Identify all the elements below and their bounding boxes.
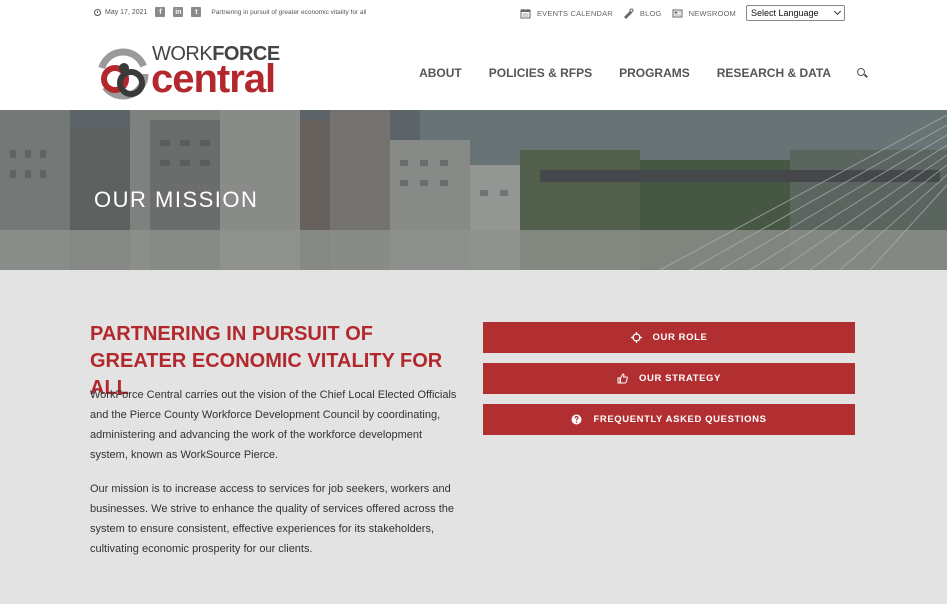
chevron-down-icon [833,7,842,16]
nav-item-programs[interactable]: PROGRAMS [619,66,690,80]
crosshair-icon [630,332,642,343]
mission-paragraph-1: WorkForce Central carries out the vision… [90,389,457,461]
facebook-icon[interactable]: f [155,7,166,17]
mission-paragraph-2: Our mission is to increase access to ser… [90,483,455,555]
our-strategy-button[interactable]: OUR STRATEGY [483,363,855,394]
our-role-label: OUR ROLE [652,332,708,343]
site-header: WORKFORCE central ABOUT POLICIES & RFPS … [0,28,947,110]
blog-link[interactable]: BLOG [623,8,662,19]
logo-mark-icon [97,48,149,100]
twitter-icon[interactable]: t [191,7,202,17]
events-calendar-link[interactable]: EVENTS CALENDAR [520,8,613,19]
utility-right: EVENTS CALENDAR BLOG NEWSROOM Select Lan… [520,5,845,21]
site-logo[interactable]: WORKFORCE central [93,41,323,103]
our-strategy-label: OUR STRATEGY [639,373,721,384]
nav-item-research-data[interactable]: RESEARCH & DATA [717,66,831,80]
search-icon[interactable] [857,68,867,78]
faq-button[interactable]: FREQUENTLY ASKED QUESTIONS [483,404,855,435]
main-nav: ABOUT POLICIES & RFPS PROGRAMS RESEARCH … [392,66,867,80]
events-calendar-label: EVENTS CALENDAR [536,8,613,18]
page-title: OUR MISSION [94,187,259,212]
thumbs-up-icon [617,373,628,384]
newsroom-label: NEWSROOM [688,8,736,18]
current-date: May 17, 2021 [105,8,148,16]
question-circle-icon [571,414,582,425]
calendar-icon [520,8,531,18]
logo-wordmark-bottom: central [151,57,276,101]
our-role-button[interactable]: OUR ROLE [483,322,855,353]
utility-bar: May 17, 2021 f in t Partnering in pursui… [0,0,947,28]
hero-banner: OUR MISSION [0,110,947,270]
language-select[interactable]: Select Language [746,5,845,21]
faq-label: FREQUENTLY ASKED QUESTIONS [593,414,767,425]
clock-icon [94,8,101,16]
tagline: Partnering in pursuit of greater economi… [211,8,367,16]
language-select-value: Select Language [751,8,819,18]
blog-label: BLOG [639,8,662,18]
newspaper-icon [672,9,683,17]
megaphone-icon [623,8,634,19]
nav-item-about[interactable]: ABOUT [419,66,462,80]
newsroom-link[interactable]: NEWSROOM [672,8,736,19]
mission-section: PARTNERING IN PURSUIT OF GREATER ECONOMI… [0,270,947,604]
linkedin-icon[interactable]: in [173,7,184,17]
utility-left: May 17, 2021 f in t Partnering in pursui… [94,7,366,17]
nav-item-policies-rfps[interactable]: POLICIES & RFPS [489,66,592,80]
